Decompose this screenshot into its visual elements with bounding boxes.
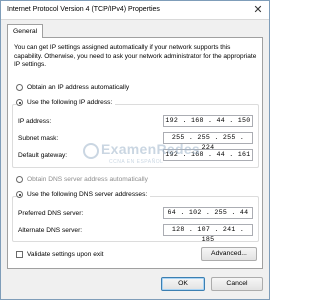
validate-settings-checkbox[interactable]: Validate settings upon exit bbox=[16, 251, 104, 258]
radio-indicator-selected bbox=[16, 99, 23, 106]
obtain-dns-auto-radio[interactable]: Obtain DNS server address automatically bbox=[16, 176, 148, 183]
checkbox-indicator bbox=[16, 251, 23, 258]
ip-address-label: IP address: bbox=[18, 118, 52, 125]
advanced-button[interactable]: Advanced... bbox=[201, 247, 257, 261]
alternate-dns-input[interactable]: 128 . 107 . 241 . 185 bbox=[163, 224, 253, 243]
obtain-ip-auto-radio[interactable]: Obtain an IP address automatically bbox=[16, 84, 129, 91]
properties-dialog: Internet Protocol Version 4 (TCP/IPv4) P… bbox=[0, 0, 270, 300]
radio-indicator bbox=[16, 176, 23, 183]
subnet-mask-input[interactable]: 255 . 255 . 255 . 224 bbox=[163, 132, 253, 151]
cancel-button[interactable]: Cancel bbox=[211, 277, 263, 291]
obtain-ip-auto-label: Obtain an IP address automatically bbox=[27, 84, 130, 91]
tab-general[interactable]: General bbox=[7, 24, 44, 38]
ok-button[interactable]: OK bbox=[161, 277, 205, 291]
obtain-dns-auto-label: Obtain DNS server address automatically bbox=[27, 176, 148, 183]
ip-address-input[interactable]: 192 . 168 . 44 . 150 bbox=[163, 115, 253, 127]
preferred-dns-input[interactable]: 64 . 102 . 255 . 44 bbox=[163, 207, 253, 219]
default-gateway-input[interactable]: 192 . 168 . 44 . 161 bbox=[163, 149, 253, 161]
use-following-ip-radio[interactable]: Use the following IP address: bbox=[16, 99, 116, 106]
radio-indicator bbox=[16, 84, 23, 91]
use-following-dns-radio[interactable]: Use the following DNS server addresses: bbox=[16, 191, 151, 198]
preferred-dns-label: Preferred DNS server: bbox=[18, 210, 84, 217]
use-following-ip-label: Use the following IP address: bbox=[27, 99, 113, 106]
title-bar: Internet Protocol Version 4 (TCP/IPv4) P… bbox=[1, 1, 269, 20]
close-icon[interactable]: ✕ bbox=[251, 4, 265, 17]
radio-indicator-selected bbox=[16, 191, 23, 198]
use-following-dns-label: Use the following DNS server addresses: bbox=[27, 191, 148, 198]
window-title: Internet Protocol Version 4 (TCP/IPv4) P… bbox=[7, 6, 160, 13]
default-gateway-label: Default gateway: bbox=[18, 152, 68, 159]
subnet-mask-label: Subnet mask: bbox=[18, 135, 59, 142]
general-panel: You can get IP settings assigned automat… bbox=[7, 37, 263, 269]
description-text: You can get IP settings assigned automat… bbox=[14, 44, 257, 69]
validate-settings-label: Validate settings upon exit bbox=[27, 251, 104, 258]
alternate-dns-label: Alternate DNS server: bbox=[18, 227, 83, 234]
